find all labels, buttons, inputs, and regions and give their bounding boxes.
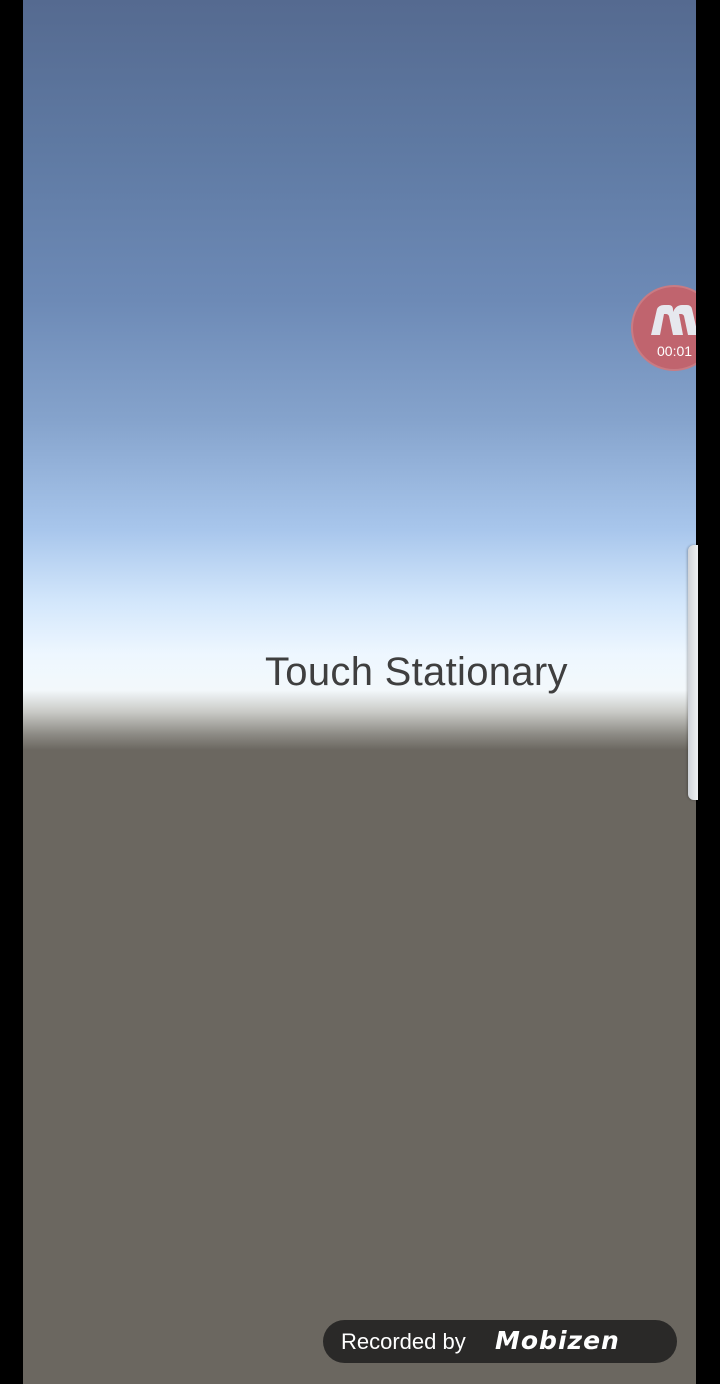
recording-timer: 00:01 xyxy=(657,343,693,359)
right-letterbox xyxy=(696,0,720,1384)
recorder-bubble[interactable]: 00:01 xyxy=(631,285,696,371)
recorder-bubble-clip: 00:01 xyxy=(0,0,696,1384)
watermark-text: Recorded by xyxy=(341,1329,466,1354)
mobizen-m-icon xyxy=(651,305,696,335)
recording-watermark: Recorded by Mobizen xyxy=(323,1320,677,1363)
mobizen-logo: Mobizen xyxy=(495,1326,620,1355)
